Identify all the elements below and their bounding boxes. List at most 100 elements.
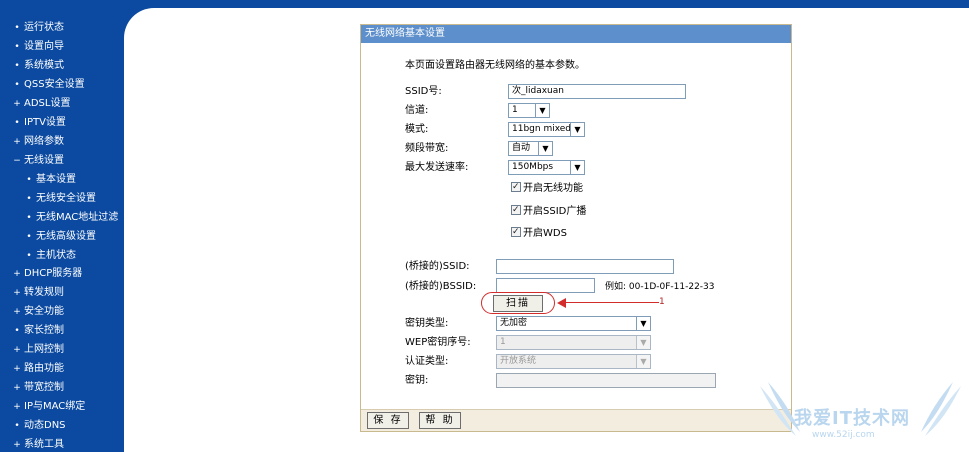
expand-icon: + bbox=[13, 345, 21, 355]
enable-ssid-broadcast-label: 开启SSID广播 bbox=[523, 206, 587, 217]
ssid-input[interactable]: 次_lidaxuan bbox=[508, 84, 686, 99]
chevron-down-icon: ▼ bbox=[636, 317, 650, 330]
expand-icon: + bbox=[13, 364, 21, 374]
sidebar-item-adsl[interactable]: + ADSL设置 bbox=[0, 94, 70, 113]
expand-icon: + bbox=[13, 402, 21, 412]
max-rate-value: 150Mbps bbox=[512, 162, 554, 172]
channel-label: 信道: bbox=[405, 105, 429, 116]
sidebar-item-parental-control[interactable]: • 家长控制 bbox=[0, 321, 64, 340]
sidebar-item-ip-mac-binding[interactable]: + IP与MAC绑定 bbox=[0, 397, 85, 416]
auth-type-value: 开放系统 bbox=[500, 356, 537, 366]
chevron-down-icon: ▼ bbox=[570, 123, 584, 136]
sidebar-item-bandwidth-control[interactable]: + 带宽控制 bbox=[0, 378, 64, 397]
panel-intro: 本页面设置路由器无线网络的基本参数。 bbox=[405, 60, 585, 71]
expand-icon: + bbox=[13, 137, 21, 147]
watermark-url: www.52ij.com bbox=[812, 430, 875, 440]
sidebar-item-iptv[interactable]: • IPTV设置 bbox=[0, 113, 66, 132]
sidebar-item-label: 无线MAC地址过滤 bbox=[36, 212, 119, 223]
top-banner bbox=[124, 0, 969, 8]
sidebar-item-system-tools[interactable]: + 系统工具 bbox=[0, 435, 64, 452]
bullet-icon: • bbox=[14, 421, 20, 431]
ssid-label: SSID号: bbox=[405, 86, 442, 97]
key-input[interactable] bbox=[496, 373, 716, 388]
bullet-icon: • bbox=[14, 326, 20, 336]
watermark-text: 我爱IT技术网 bbox=[794, 408, 910, 429]
bullet-icon: • bbox=[14, 61, 20, 71]
bullet-icon: • bbox=[26, 213, 32, 223]
key-type-value: 无加密 bbox=[500, 318, 528, 328]
sidebar-item-label: IPTV设置 bbox=[24, 117, 66, 128]
annotation-number: 1 bbox=[659, 297, 665, 307]
sidebar-item-wireless[interactable]: − 无线设置 bbox=[0, 151, 64, 170]
sidebar-item-wireless-security[interactable]: • 无线安全设置 bbox=[0, 189, 96, 208]
sidebar-item-label: 上网控制 bbox=[24, 344, 64, 355]
bandwidth-select[interactable]: 自动 ▼ bbox=[508, 141, 553, 156]
auth-type-select[interactable]: 开放系统 ▼ bbox=[496, 354, 651, 369]
bandwidth-value: 自动 bbox=[512, 143, 531, 153]
checkbox-checked-icon[interactable] bbox=[511, 225, 521, 239]
mode-label: 模式: bbox=[405, 124, 429, 135]
enable-wds-checkbox[interactable]: 开启WDS bbox=[511, 225, 567, 241]
sidebar-item-ddns[interactable]: • 动态DNS bbox=[0, 416, 66, 435]
sidebar-item-network-params[interactable]: + 网络参数 bbox=[0, 132, 64, 151]
sidebar-item-routing[interactable]: + 路由功能 bbox=[0, 359, 64, 378]
sidebar-item-security[interactable]: + 安全功能 bbox=[0, 302, 64, 321]
sidebar-item-system-mode[interactable]: • 系统模式 bbox=[0, 56, 64, 75]
scan-button[interactable]: 扫描 bbox=[493, 295, 543, 312]
bullet-icon: • bbox=[26, 232, 32, 242]
action-bar: 保 存 帮 助 bbox=[361, 409, 791, 431]
expand-icon: + bbox=[13, 99, 21, 109]
enable-wireless-label: 开启无线功能 bbox=[523, 183, 583, 194]
expand-icon: + bbox=[13, 383, 21, 393]
expand-icon: + bbox=[13, 440, 21, 450]
sidebar-item-access-control[interactable]: + 上网控制 bbox=[0, 340, 64, 359]
sidebar-item-forwarding[interactable]: + 转发规则 bbox=[0, 283, 64, 302]
expand-icon: + bbox=[13, 269, 21, 279]
chevron-down-icon: ▼ bbox=[636, 336, 650, 349]
mode-select[interactable]: 11bgn mixed ▼ bbox=[508, 122, 585, 137]
sidebar-item-label: 系统工具 bbox=[24, 439, 64, 450]
wireless-basic-settings-panel: 无线网络基本设置 本页面设置路由器无线网络的基本参数。 SSID号: 次_lid… bbox=[360, 24, 792, 432]
sidebar-item-setup-wizard[interactable]: • 设置向导 bbox=[0, 37, 64, 56]
sidebar-item-label: 主机状态 bbox=[36, 250, 76, 261]
key-type-select[interactable]: 无加密 ▼ bbox=[496, 316, 651, 331]
mode-value: 11bgn mixed bbox=[512, 124, 572, 134]
bridged-ssid-input[interactable] bbox=[496, 259, 674, 274]
bridged-bssid-input[interactable] bbox=[496, 278, 595, 293]
bridged-bssid-label: (桥接的)BSSID: bbox=[405, 281, 477, 292]
sidebar-item-label: 转发规则 bbox=[24, 287, 64, 298]
save-button[interactable]: 保 存 bbox=[367, 412, 409, 429]
sidebar-item-wireless-basic[interactable]: • 基本设置 bbox=[0, 170, 76, 189]
expand-icon: + bbox=[13, 288, 21, 298]
sidebar-item-qss-security[interactable]: • QSS安全设置 bbox=[0, 75, 85, 94]
sidebar-item-label: 带宽控制 bbox=[24, 382, 64, 393]
sidebar-item-host-status[interactable]: • 主机状态 bbox=[0, 246, 76, 265]
sidebar-item-label: 动态DNS bbox=[24, 420, 66, 431]
enable-wds-label: 开启WDS bbox=[523, 228, 567, 239]
enable-wireless-checkbox[interactable]: 开启无线功能 bbox=[511, 180, 583, 196]
collapse-icon: − bbox=[13, 156, 21, 166]
max-rate-select[interactable]: 150Mbps ▼ bbox=[508, 160, 585, 175]
sidebar-item-wireless-mac-filter[interactable]: • 无线MAC地址过滤 bbox=[0, 208, 118, 227]
auth-type-label: 认证类型: bbox=[405, 356, 449, 367]
wep-index-select[interactable]: 1 ▼ bbox=[496, 335, 651, 350]
sidebar-item-label: QSS安全设置 bbox=[24, 79, 85, 90]
sidebar-item-wireless-advanced[interactable]: • 无线高级设置 bbox=[0, 227, 96, 246]
sidebar-item-label: 无线高级设置 bbox=[36, 231, 96, 242]
wep-index-value: 1 bbox=[500, 337, 506, 347]
sidebar-item-label: IP与MAC绑定 bbox=[24, 401, 86, 412]
chevron-down-icon: ▼ bbox=[570, 161, 584, 174]
channel-select[interactable]: 1 ▼ bbox=[508, 103, 550, 118]
chevron-down-icon: ▼ bbox=[538, 142, 552, 155]
bridged-ssid-label: (桥接的)SSID: bbox=[405, 261, 470, 272]
chevron-down-icon: ▼ bbox=[636, 355, 650, 368]
sidebar-item-run-status[interactable]: • 运行状态 bbox=[0, 18, 64, 37]
checkbox-checked-icon[interactable] bbox=[511, 180, 521, 194]
help-button[interactable]: 帮 助 bbox=[419, 412, 461, 429]
sidebar-item-label: 路由功能 bbox=[24, 363, 64, 374]
bullet-icon: • bbox=[14, 118, 20, 128]
enable-ssid-broadcast-checkbox[interactable]: 开启SSID广播 bbox=[511, 203, 587, 219]
sidebar-item-dhcp[interactable]: + DHCP服务器 bbox=[0, 264, 82, 283]
wep-index-label: WEP密钥序号: bbox=[405, 337, 471, 348]
checkbox-checked-icon[interactable] bbox=[511, 203, 521, 217]
